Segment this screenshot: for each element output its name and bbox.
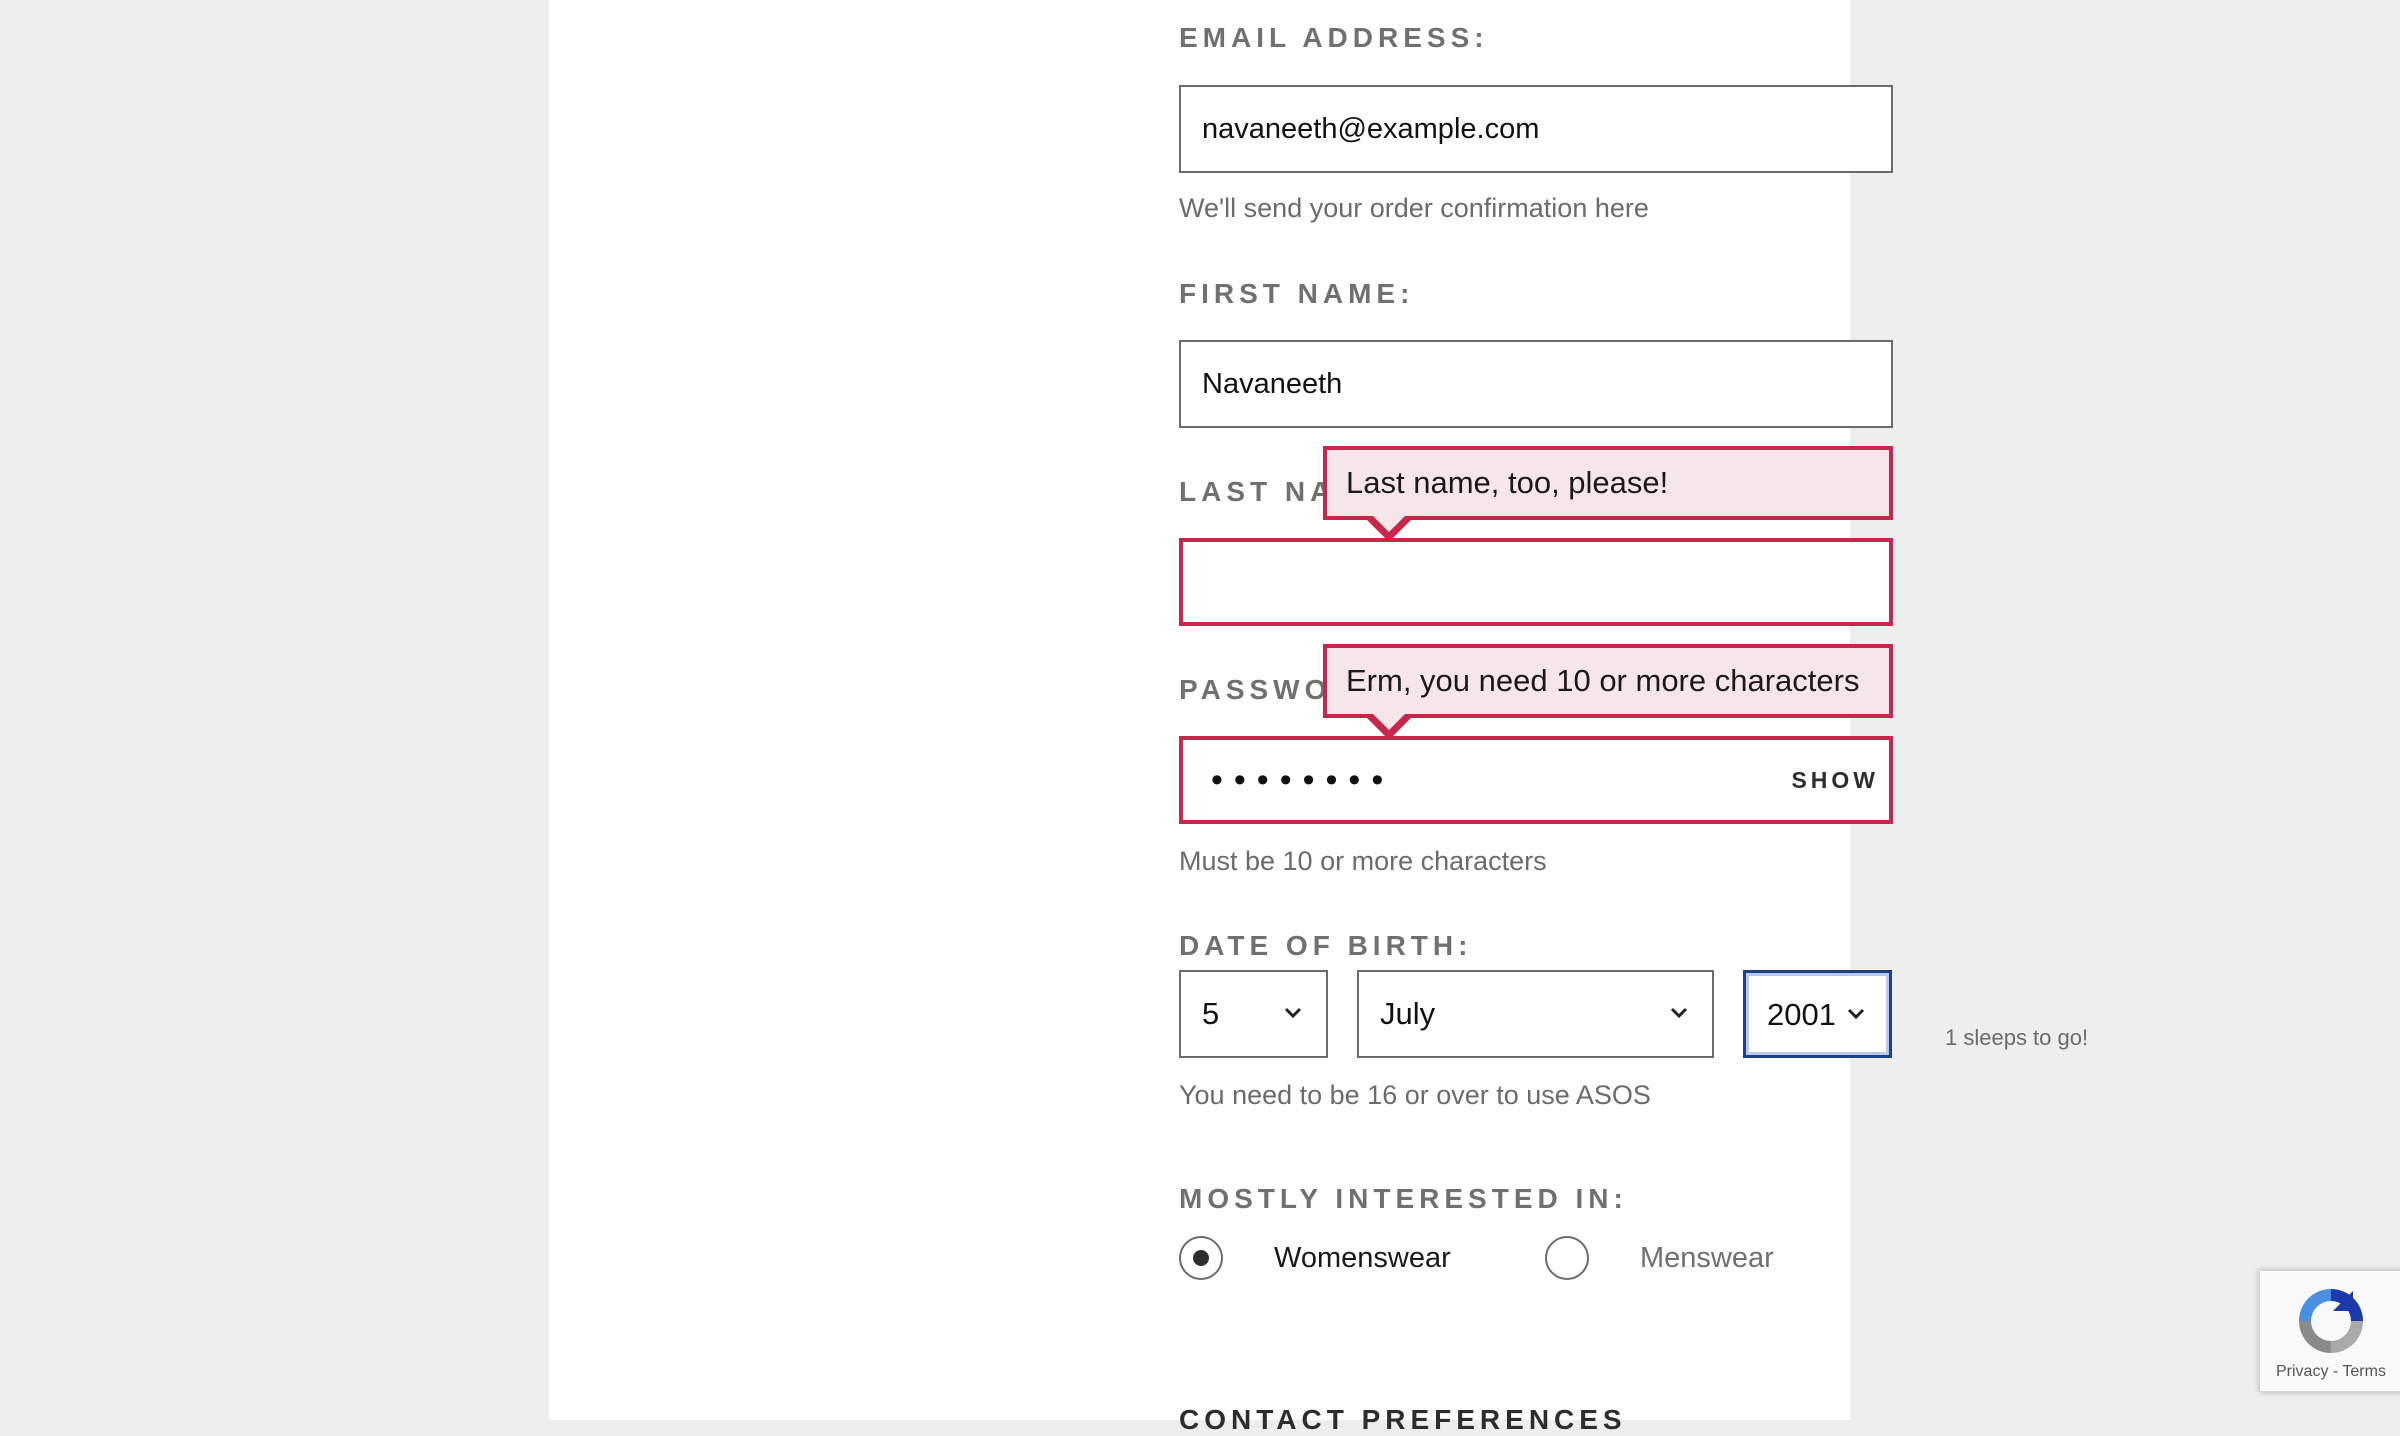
chevron-down-icon <box>1670 1007 1688 1019</box>
dob-day-value: 5 <box>1202 996 1220 1031</box>
tooltip-arrow <box>1365 514 1413 542</box>
radio-label-womenswear[interactable]: Womenswear <box>1274 1242 1451 1275</box>
dob-help: You need to be 16 or over to use ASOS <box>1179 1080 1651 1110</box>
first-name-label: FIRST NAME: <box>1179 278 1415 309</box>
chevron-down-icon <box>1284 1007 1302 1019</box>
email-label: EMAIL ADDRESS: <box>1179 22 1489 53</box>
form-panel: EMAIL ADDRESS: navaneeth@example.com We'… <box>549 0 2088 1435</box>
radio-menswear[interactable] <box>1545 1236 1589 1280</box>
contact-preferences-heading: CONTACT PREFERENCES <box>1179 1404 1627 1435</box>
recaptcha-links[interactable]: Privacy - Terms <box>2276 1363 2386 1381</box>
password-help: Must be 10 or more characters <box>1179 846 1547 876</box>
dob-month-select[interactable]: July <box>1357 970 1714 1058</box>
chevron-down-icon <box>1847 1008 1865 1020</box>
email-help: We'll send your order confirmation here <box>1179 193 1649 223</box>
dob-month-value: July <box>1380 996 1436 1031</box>
last-name-error-text: Last name, too, please! <box>1346 465 1669 500</box>
email-value: navaneeth@example.com <box>1202 113 1540 145</box>
dob-year-select[interactable]: 2001 <box>1743 970 1892 1058</box>
dob-year-value: 2001 <box>1767 997 1836 1032</box>
recaptcha-icon <box>2299 1289 2363 1353</box>
email-field[interactable]: navaneeth@example.com <box>1179 85 1893 173</box>
interest-label: MOSTLY INTERESTED IN: <box>1179 1183 1628 1214</box>
recaptcha-badge[interactable]: Privacy - Terms <box>2259 1270 2400 1392</box>
last-name-field[interactable] <box>1179 538 1893 626</box>
radio-selected-dot <box>1193 1250 1209 1266</box>
password-masked-value: •••••••• <box>1211 761 1395 799</box>
dob-countdown: 1 sleeps to go! <box>1945 1025 2089 1050</box>
last-name-error-tooltip: Last name, too, please! <box>1323 446 1893 542</box>
radio-womenswear[interactable] <box>1179 1236 1223 1280</box>
dob-label: DATE OF BIRTH: <box>1179 930 1473 961</box>
password-field[interactable]: •••••••• SHOW <box>1179 736 1893 824</box>
radio-label-menswear[interactable]: Menswear <box>1640 1242 1774 1275</box>
password-error-text: Erm, you need 10 or more characters <box>1346 663 1860 698</box>
show-password-button[interactable]: SHOW <box>1791 740 1879 820</box>
first-name-field[interactable]: Navaneeth <box>1179 340 1893 428</box>
first-name-value: Navaneeth <box>1202 368 1343 400</box>
password-error-tooltip: Erm, you need 10 or more characters <box>1323 644 1893 740</box>
dob-day-select[interactable]: 5 <box>1179 970 1328 1058</box>
tooltip-arrow <box>1365 712 1413 740</box>
